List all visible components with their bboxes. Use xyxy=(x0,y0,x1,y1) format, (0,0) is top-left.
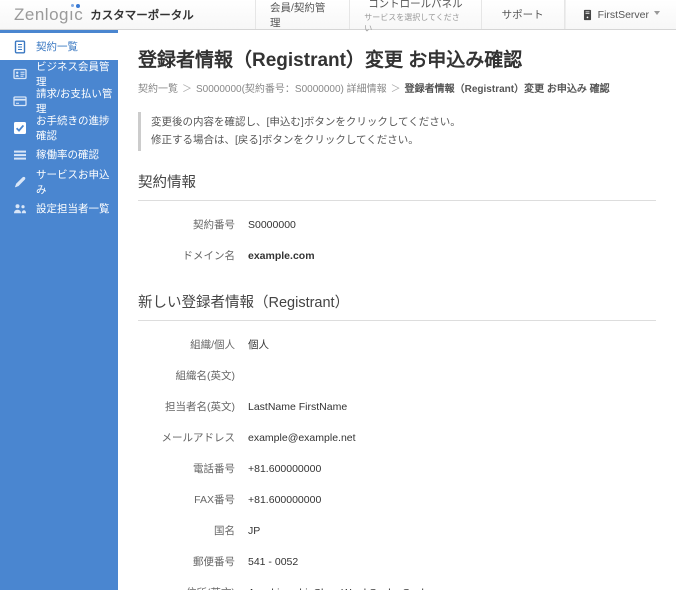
sidebar-item-business-member[interactable]: ビジネス会員管理 xyxy=(0,60,118,88)
breadcrumb-contract-list[interactable]: 契約一覧 xyxy=(138,84,178,95)
sidebar-item-label: ビジネス会員管理 xyxy=(36,60,110,88)
breadcrumb-separator: ＞ xyxy=(182,84,192,95)
field-label: 住所(英文) xyxy=(138,585,235,590)
sidebar-item-label: お手続きの進捗確認 xyxy=(36,114,110,142)
users-icon xyxy=(13,202,27,216)
field-label: 契約番号 xyxy=(193,218,235,231)
tab-control-panel[interactable]: コントロールパネル サービスを選択してください xyxy=(349,0,480,33)
sidebar-item-label: 請求/お支払い管理 xyxy=(36,87,113,115)
breadcrumb-separator: ＞ xyxy=(390,84,401,95)
field-row-address: 住所(英文) Azuchimachi, Chuo Ward Osaka Osak… xyxy=(138,577,656,590)
logo: Zenlogıc カスタマーポータル xyxy=(0,0,255,29)
field-row-postal-code: 郵便番号 541 - 0052 xyxy=(138,546,656,577)
tab-sublabel: サービスを選択してください xyxy=(364,12,460,33)
field-label: 電話番号 xyxy=(193,462,235,475)
tab-support[interactable]: サポート xyxy=(480,0,565,29)
field-value: S0000000 xyxy=(248,218,296,231)
field-value: 個人 xyxy=(248,338,269,351)
field-label: メールアドレス xyxy=(161,431,236,444)
field-value: +81.600000000 xyxy=(248,462,322,475)
tab-label: コントロールパネル xyxy=(368,0,463,10)
id-card-icon xyxy=(13,67,27,81)
sidebar-item-label: 契約一覧 xyxy=(36,41,78,53)
chevron-down-icon xyxy=(654,10,660,15)
note-line: 修正する場合は、[戻る]ボタンをクリックしてください。 xyxy=(151,134,419,147)
tab-member-contract[interactable]: 会員/契約管理 xyxy=(255,0,349,29)
field-row-email: メールアドレス example@example.net xyxy=(138,422,656,453)
document-icon xyxy=(13,40,27,54)
field-row-fax: FAX番号 +81.600000000 xyxy=(138,484,656,515)
tab-label: 会員/契約管理 xyxy=(270,1,326,29)
sidebar-item-contract-list[interactable]: 契約一覧 xyxy=(0,33,118,60)
field-row-contact-name: 担当者名(英文) LastName FirstName xyxy=(138,391,656,422)
sidebar: 契約一覧 ビジネス会員管理 請求/お支払い管理 お手続きの進捗確認 稼働率の確認 xyxy=(0,30,118,590)
sidebar-item-label: 稼働率の確認 xyxy=(36,149,99,161)
server-icon xyxy=(582,9,593,21)
breadcrumb-current: 登録者情報（Registrant）変更 お申込み 確認 xyxy=(404,84,610,95)
logo-portal-label: カスタマーポータル xyxy=(90,9,194,22)
field-value: LastName FirstName xyxy=(248,400,348,413)
field-label: 担当者名(英文) xyxy=(165,400,235,413)
checkbox-icon xyxy=(13,121,27,135)
breadcrumb: 契約一覧＞ S0000000(契約番号：S0000000) 詳細情報＞登録者情報（… xyxy=(138,80,656,95)
section-heading-new-registrant: 新しい登録者情報（Registrant） xyxy=(138,291,656,321)
sidebar-item-uptime[interactable]: 稼働率の確認 xyxy=(0,141,118,168)
field-row-domain-name: ドメイン名 example.com xyxy=(138,240,656,271)
field-label: 組織/個人 xyxy=(190,338,235,351)
contract-info-rows: 契約番号 S0000000 ドメイン名 example.com xyxy=(138,209,656,271)
header: Zenlogıc カスタマーポータル 会員/契約管理 コントロールパネル サービ… xyxy=(0,0,676,33)
field-label: 郵便番号 xyxy=(193,555,235,568)
field-label: 国名 xyxy=(214,524,235,537)
field-row-org-name: 組織名(英文) xyxy=(138,360,656,391)
section-heading-contract-info: 契約情報 xyxy=(138,171,656,201)
field-value: +81.600000000 xyxy=(248,493,322,506)
instruction-note: 変更後の内容を確認し、[申込む]ボタンをクリックしてください。 修正する場合は、… xyxy=(138,112,656,151)
field-row-contract-number: 契約番号 S0000000 xyxy=(138,209,656,240)
list-icon xyxy=(13,148,27,162)
field-row-country: 国名 JP xyxy=(138,515,656,546)
sidebar-item-billing[interactable]: 請求/お支払い管理 xyxy=(0,87,118,115)
page-title: 登録者情報（Registrant）変更 お申込み確認 xyxy=(138,50,523,71)
credit-card-icon xyxy=(13,94,27,108)
breadcrumb-detail-info[interactable]: S0000000(契約番号：S0000000) 詳細情報 xyxy=(196,84,387,95)
account-label: FirstServer xyxy=(597,8,649,21)
field-label: FAX番号 xyxy=(194,493,235,506)
account-menu[interactable]: FirstServer xyxy=(564,0,676,29)
registrant-rows: 組織/個人 個人 組織名(英文) 担当者名(英文) LastName First… xyxy=(138,329,656,590)
note-line: 変更後の内容を確認し、[申込む]ボタンをクリックしてください。 xyxy=(151,116,461,128)
sidebar-item-label: サービスお申込み xyxy=(36,168,110,196)
field-label: 組織名(英文) xyxy=(175,369,236,382)
sidebar-item-service-apply[interactable]: サービスお申込み xyxy=(0,168,118,196)
field-row-org-or-individual: 組織/個人 個人 xyxy=(138,329,656,360)
sidebar-item-progress-check[interactable]: お手続きの進捗確認 xyxy=(0,114,118,142)
field-row-phone: 電話番号 +81.600000000 xyxy=(138,453,656,484)
field-value: JP xyxy=(248,524,261,537)
field-value: 541 - 0052 xyxy=(248,555,299,568)
sidebar-item-admin-list[interactable]: 設定担当者一覧 xyxy=(0,195,118,222)
field-value: example.com xyxy=(248,249,315,262)
pen-icon xyxy=(13,175,27,189)
field-label: ドメイン名 xyxy=(182,249,236,262)
header-nav: 会員/契約管理 コントロールパネル サービスを選択してください サポート xyxy=(255,0,565,33)
field-value: example@example.net xyxy=(248,431,356,444)
tab-label: サポート xyxy=(501,9,544,21)
logo-dots-icon xyxy=(71,3,80,8)
main-content: 登録者情報（Registrant）変更 お申込み確認 契約一覧＞ S0000000… xyxy=(118,30,676,590)
sidebar-item-label: 設定担当者一覧 xyxy=(36,203,110,215)
zenlogic-logo: Zenlogıc xyxy=(14,3,84,24)
